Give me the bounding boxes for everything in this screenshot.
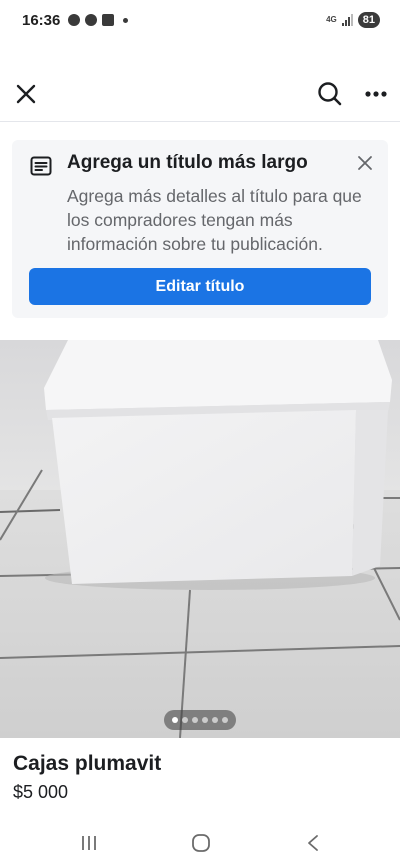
battery-level: 81 <box>357 12 380 28</box>
top-navigation <box>0 68 400 122</box>
notification-icons <box>68 14 128 26</box>
home-button[interactable] <box>186 828 216 858</box>
system-navigation-bar <box>0 820 400 866</box>
pager-dot <box>212 717 218 723</box>
photo-pager <box>164 710 236 730</box>
back-icon <box>308 835 318 851</box>
home-icon <box>192 834 210 852</box>
messenger-icon <box>68 14 80 26</box>
pager-dot-active <box>172 717 178 723</box>
network-type: 4G <box>326 15 337 24</box>
edit-title-button[interactable]: Editar título <box>29 268 371 305</box>
more-options-button[interactable] <box>360 78 392 110</box>
pager-dot <box>192 717 198 723</box>
close-icon <box>358 156 372 170</box>
banner-title: Agrega un título más largo <box>67 152 308 173</box>
shopping-bag-icon <box>102 14 114 26</box>
status-indicators: 4G 81 <box>326 12 380 28</box>
status-time: 16:36 <box>22 12 61 29</box>
banner-dismiss-button[interactable] <box>356 154 374 172</box>
search-button[interactable] <box>314 78 346 110</box>
listing-price: $5 000 <box>13 782 69 802</box>
more-horizontal-icon <box>365 91 387 97</box>
recents-icon <box>82 836 96 850</box>
back-button[interactable] <box>298 828 328 858</box>
signal-icon <box>341 14 353 26</box>
banner-description: Agrega más detalles al título para que l… <box>67 186 362 254</box>
search-icon <box>318 82 342 106</box>
title-suggestion-banner: Agrega un título más largo Agrega más de… <box>12 140 388 318</box>
product-photo-carousel[interactable] <box>0 340 400 738</box>
more-notifications-dot <box>123 17 128 23</box>
product-photo <box>0 340 400 738</box>
app-notification-icon <box>85 14 97 26</box>
recents-button[interactable] <box>74 828 104 858</box>
close-button[interactable] <box>10 78 42 110</box>
close-icon <box>16 84 36 104</box>
pager-dot <box>182 717 188 723</box>
pager-dot <box>222 717 228 723</box>
status-bar: 16:36 4G 81 <box>0 0 400 44</box>
listing-title: Cajas plumavit <box>13 752 162 775</box>
pager-dot <box>202 717 208 723</box>
document-icon <box>30 156 52 176</box>
